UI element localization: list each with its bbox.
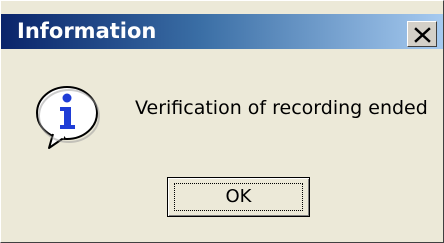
title-bar[interactable]: Information [1, 14, 443, 49]
ok-button[interactable]: OK [167, 177, 310, 217]
dialog-title: Information [17, 19, 157, 43]
info-icon [31, 82, 105, 156]
ok-button-label: OK [225, 186, 252, 207]
dialog-message: Verification of recording ended [135, 97, 428, 119]
information-dialog: Information Verification of recording en… [0, 0, 444, 243]
close-button[interactable] [407, 21, 437, 47]
close-icon [414, 27, 431, 43]
